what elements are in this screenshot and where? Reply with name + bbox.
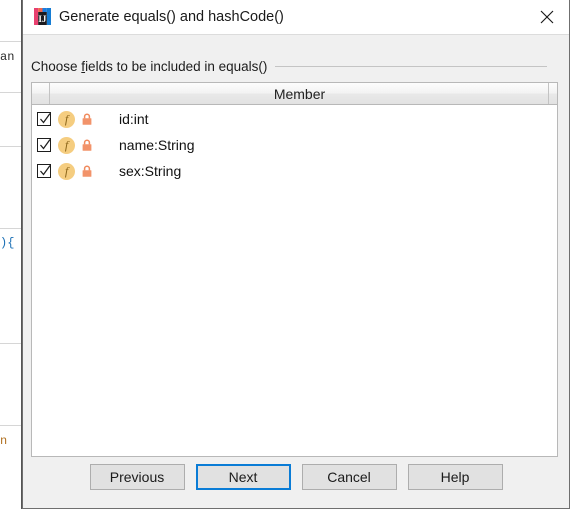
row-checkbox[interactable] [37, 112, 51, 126]
table-header-member-label: Member [273, 85, 326, 102]
bg-divider [0, 146, 22, 147]
table-row[interactable]: f name:String [32, 132, 557, 158]
cancel-button[interactable]: Cancel [301, 464, 397, 490]
lock-icon [80, 138, 93, 152]
dialog-button-bar: Previous Next Cancel Help [23, 464, 569, 490]
member-list-panel[interactable]: Member f id:int f name:String f sex:Stri… [31, 82, 558, 457]
member-label: sex:String [119, 163, 182, 179]
field-icon: f [58, 136, 75, 154]
table-header: Member [32, 83, 557, 105]
bg-divider [0, 343, 22, 344]
lock-icon [80, 164, 93, 178]
dialog-body: Choose fields to be included in equals()… [23, 35, 569, 508]
bg-divider [0, 92, 22, 93]
table-row[interactable]: f sex:String [32, 158, 557, 184]
close-icon[interactable] [524, 0, 569, 34]
member-label: name:String [119, 137, 195, 153]
dialog-title: Generate equals() and hashCode() [59, 9, 284, 25]
svg-text:IJ: IJ [38, 14, 47, 24]
next-button[interactable]: Next [195, 464, 291, 490]
lock-icon [80, 112, 93, 126]
bg-divider [0, 425, 22, 426]
section-header: Choose fields to be included in equals() [31, 57, 549, 75]
table-header-checkbox-column[interactable] [32, 83, 50, 104]
section-divider [275, 65, 547, 67]
help-button[interactable]: Help [407, 464, 503, 490]
bg-code-fragment: ){ [0, 236, 15, 250]
dialog-titlebar: IJ Generate equals() and hashCode() [23, 0, 569, 35]
row-checkbox[interactable] [37, 164, 51, 178]
bg-divider [0, 41, 22, 42]
section-label-part-1: Choose [31, 58, 82, 74]
bg-code-fragment: an [0, 50, 15, 64]
bg-divider [0, 228, 22, 229]
field-icon-letter: f [64, 138, 69, 152]
field-icon: f [58, 162, 75, 180]
row-checkbox[interactable] [37, 138, 51, 152]
generate-equals-hashcode-dialog: IJ Generate equals() and hashCode() Choo… [22, 0, 570, 509]
field-icon: f [58, 110, 75, 128]
section-label-part-2: ields to be included in equals() [85, 58, 268, 74]
member-label: id:int [119, 111, 149, 127]
section-label: Choose fields to be included in equals() [31, 59, 275, 74]
table-header-member-column[interactable]: Member [51, 83, 549, 104]
field-icon-letter: f [64, 112, 69, 126]
member-list: f id:int f name:String f sex:String [32, 106, 557, 456]
table-row[interactable]: f id:int [32, 106, 557, 132]
previous-button[interactable]: Previous [89, 464, 185, 490]
intellij-idea-logo-icon: IJ [34, 8, 51, 25]
bg-code-fragment: n [0, 434, 8, 448]
field-icon-letter: f [64, 164, 69, 178]
